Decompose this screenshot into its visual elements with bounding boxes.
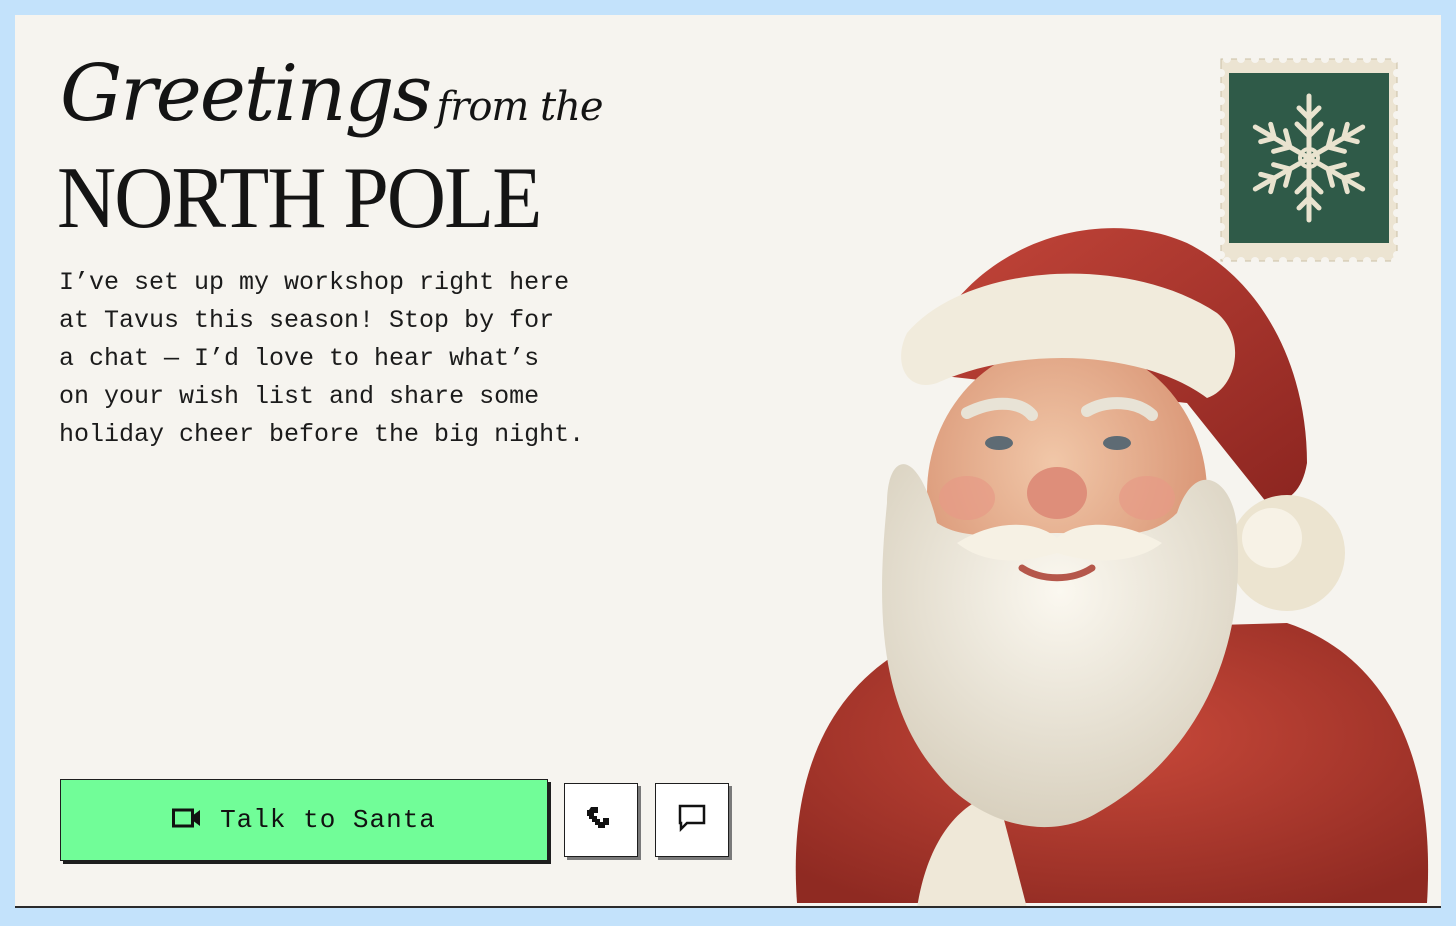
page-title: Greetings from the [60,55,604,133]
chat-bubble-icon [677,803,707,838]
phone-icon [587,804,615,837]
chat-button[interactable] [655,783,729,857]
talk-to-santa-label: Talk to Santa [220,805,436,835]
title-small: from the [436,84,603,130]
title-caps: NORTH POLE [57,150,542,247]
phone-call-button[interactable] [564,783,638,857]
santa-illustration [767,203,1439,906]
postcard: Greetings from the NORTH POLE I’ve set up… [15,15,1441,908]
talk-to-santa-button[interactable]: Talk to Santa [60,779,548,861]
video-camera-icon [172,807,202,834]
intro-text: I’ve set up my workshop right here at Ta… [59,268,585,449]
title-script: Greetings [60,49,432,139]
